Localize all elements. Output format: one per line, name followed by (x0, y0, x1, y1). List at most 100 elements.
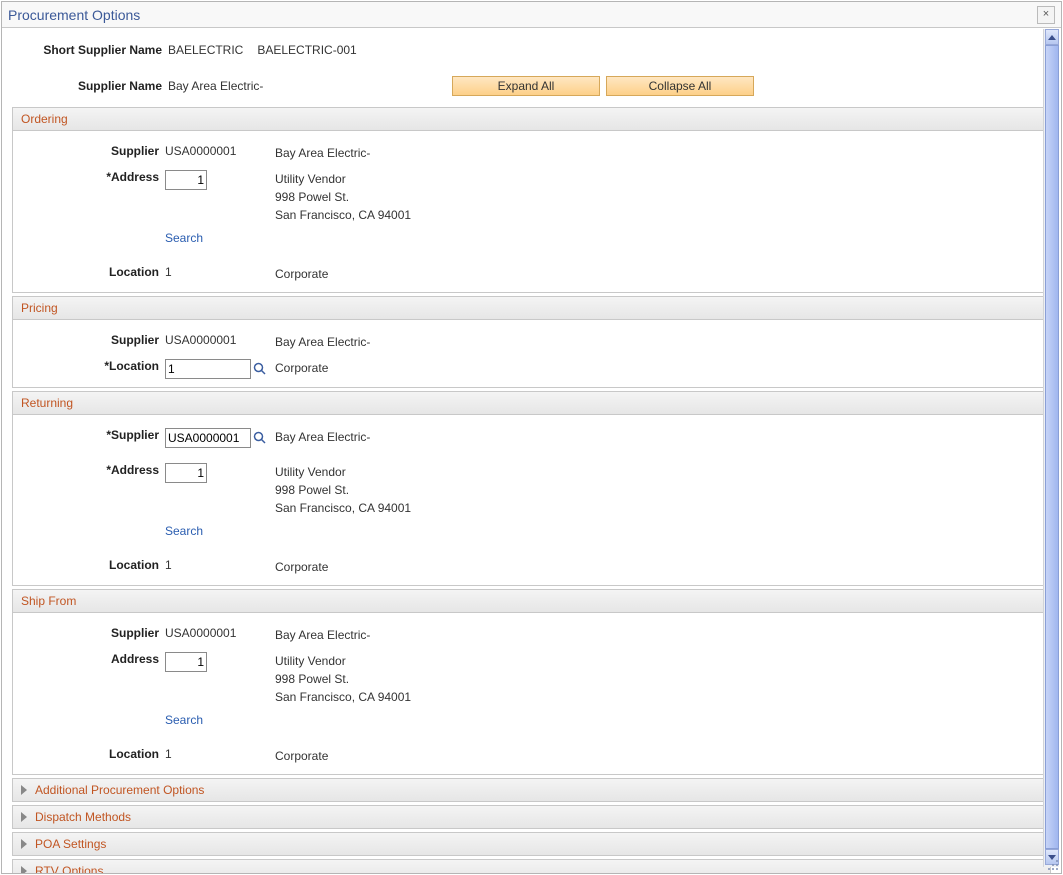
returning-supplier-input[interactable] (165, 428, 251, 448)
returning-supplier-name: Bay Area Electric- (275, 425, 1044, 446)
returning-address-name: Utility Vendor (275, 465, 346, 479)
ordering-address-city: San Francisco, CA 94001 (275, 208, 411, 222)
shipfrom-panel: Ship From Supplier USA0000001 Bay Area E… (12, 589, 1051, 775)
supplier-name-value: Bay Area Electric- (168, 79, 438, 93)
short-supplier-label: Short Supplier Name (12, 43, 168, 57)
shipfrom-supplier-row: Supplier USA0000001 Bay Area Electric- (19, 621, 1044, 647)
lookup-icon[interactable] (253, 431, 267, 445)
pricing-supplier-name: Bay Area Electric- (275, 330, 1044, 351)
returning-location-id: 1 (165, 555, 275, 572)
shipfrom-location-id: 1 (165, 744, 275, 761)
ordering-supplier-row: Supplier USA0000001 Bay Area Electric- (19, 139, 1044, 165)
shipfrom-supplier-name: Bay Area Electric- (275, 623, 1044, 644)
shipfrom-address-city: San Francisco, CA 94001 (275, 690, 411, 704)
returning-location-label: Location (19, 555, 165, 572)
shipfrom-search-link[interactable]: Search (165, 713, 203, 727)
ordering-search-link[interactable]: Search (165, 231, 203, 245)
ordering-address-row: *Address Utility Vendor 998 Powel St. Sa… (19, 165, 1044, 226)
shipfrom-title: Ship From (21, 594, 76, 608)
poa-settings-title: POA Settings (35, 837, 106, 851)
scroll-up-icon[interactable] (1045, 29, 1059, 45)
dispatch-methods-title: Dispatch Methods (35, 810, 131, 824)
additional-procurement-options-header[interactable]: Additional Procurement Options (12, 778, 1051, 802)
short-supplier-alt: BAELECTRIC-001 (257, 43, 356, 57)
returning-address-label: *Address (19, 460, 165, 477)
ordering-supplier-label: Supplier (19, 141, 165, 158)
content-area: Short Supplier Name BAELECTRIC BAELECTRI… (2, 29, 1061, 873)
shipfrom-address-name: Utility Vendor (275, 654, 346, 668)
procurement-options-modal: Procurement Options × Short Supplier Nam… (1, 1, 1062, 874)
supplier-name-row: Supplier Name Bay Area Electric- Expand … (12, 73, 1051, 99)
close-icon[interactable]: × (1037, 6, 1055, 24)
rtv-options-title: RTV Options (35, 864, 103, 873)
pricing-supplier-label: Supplier (19, 330, 165, 347)
shipfrom-location-label: Location (19, 744, 165, 761)
shipfrom-header[interactable]: Ship From (13, 590, 1050, 613)
resize-handle-icon[interactable] (1047, 859, 1059, 871)
returning-supplier-row: *Supplier Bay Area Electric- (19, 423, 1044, 450)
returning-title: Returning (21, 396, 73, 410)
lookup-icon[interactable] (253, 362, 267, 376)
ordering-panel: Ordering Supplier USA0000001 Bay Area El… (12, 107, 1051, 293)
shipfrom-address-label: Address (19, 649, 165, 666)
ordering-address-label: *Address (19, 167, 165, 184)
pricing-location-row: *Location Corporate (19, 354, 1044, 381)
expand-icon (21, 839, 27, 849)
scrollbar[interactable] (1043, 29, 1059, 867)
shipfrom-supplier-id: USA0000001 (165, 623, 275, 640)
shipfrom-location-name: Corporate (275, 744, 1044, 765)
short-supplier-row: Short Supplier Name BAELECTRIC BAELECTRI… (12, 37, 1051, 63)
pricing-header[interactable]: Pricing (13, 297, 1050, 320)
poa-settings-header[interactable]: POA Settings (12, 832, 1051, 856)
returning-supplier-label: *Supplier (19, 425, 165, 442)
rtv-options-header[interactable]: RTV Options (12, 859, 1051, 873)
returning-search-row: Search (19, 519, 1044, 545)
pricing-location-label: *Location (19, 356, 165, 373)
returning-search-link[interactable]: Search (165, 524, 203, 538)
ordering-address-name: Utility Vendor (275, 172, 346, 186)
shipfrom-supplier-label: Supplier (19, 623, 165, 640)
scroll-track[interactable] (1045, 45, 1059, 849)
returning-address-city: San Francisco, CA 94001 (275, 501, 411, 515)
pricing-panel: Pricing Supplier USA0000001 Bay Area Ele… (12, 296, 1051, 388)
dispatch-methods-header[interactable]: Dispatch Methods (12, 805, 1051, 829)
collapse-all-button[interactable]: Collapse All (606, 76, 754, 96)
expand-icon (21, 866, 27, 873)
ordering-location-row: Location 1 Corporate (19, 260, 1044, 286)
shipfrom-address-input[interactable] (165, 652, 207, 672)
ordering-location-label: Location (19, 262, 165, 279)
returning-panel: Returning *Supplier Bay Area Electric- (12, 391, 1051, 586)
ordering-location-id: 1 (165, 262, 275, 279)
expand-all-button[interactable]: Expand All (452, 76, 600, 96)
shipfrom-address-line: 998 Powel St. (275, 672, 349, 686)
shipfrom-location-row: Location 1 Corporate (19, 742, 1044, 768)
supplier-name-label: Supplier Name (12, 79, 168, 93)
ordering-address-input[interactable] (165, 170, 207, 190)
scroll-thumb[interactable] (1045, 45, 1059, 849)
returning-location-row: Location 1 Corporate (19, 553, 1044, 579)
returning-location-name: Corporate (275, 555, 1044, 576)
shipfrom-address-row: Address Utility Vendor 998 Powel St. San… (19, 647, 1044, 708)
ordering-supplier-name: Bay Area Electric- (275, 141, 1044, 162)
shipfrom-search-row: Search (19, 708, 1044, 734)
expand-icon (21, 785, 27, 795)
modal-title: Procurement Options (8, 7, 1037, 23)
pricing-location-input[interactable] (165, 359, 251, 379)
returning-address-row: *Address Utility Vendor 998 Powel St. Sa… (19, 458, 1044, 519)
short-supplier-code: BAELECTRIC (168, 43, 243, 57)
ordering-location-name: Corporate (275, 262, 1044, 283)
returning-address-input[interactable] (165, 463, 207, 483)
returning-header[interactable]: Returning (13, 392, 1050, 415)
pricing-supplier-id: USA0000001 (165, 330, 275, 347)
ordering-address-line: 998 Powel St. (275, 190, 349, 204)
pricing-title: Pricing (21, 301, 58, 315)
additional-procurement-options-title: Additional Procurement Options (35, 783, 204, 797)
ordering-title: Ordering (21, 112, 68, 126)
ordering-header[interactable]: Ordering (13, 108, 1050, 131)
title-bar: Procurement Options × (2, 2, 1061, 28)
returning-address-line: 998 Powel St. (275, 483, 349, 497)
pricing-supplier-row: Supplier USA0000001 Bay Area Electric- (19, 328, 1044, 354)
ordering-supplier-id: USA0000001 (165, 141, 275, 158)
pricing-location-name: Corporate (275, 356, 1044, 377)
expand-icon (21, 812, 27, 822)
